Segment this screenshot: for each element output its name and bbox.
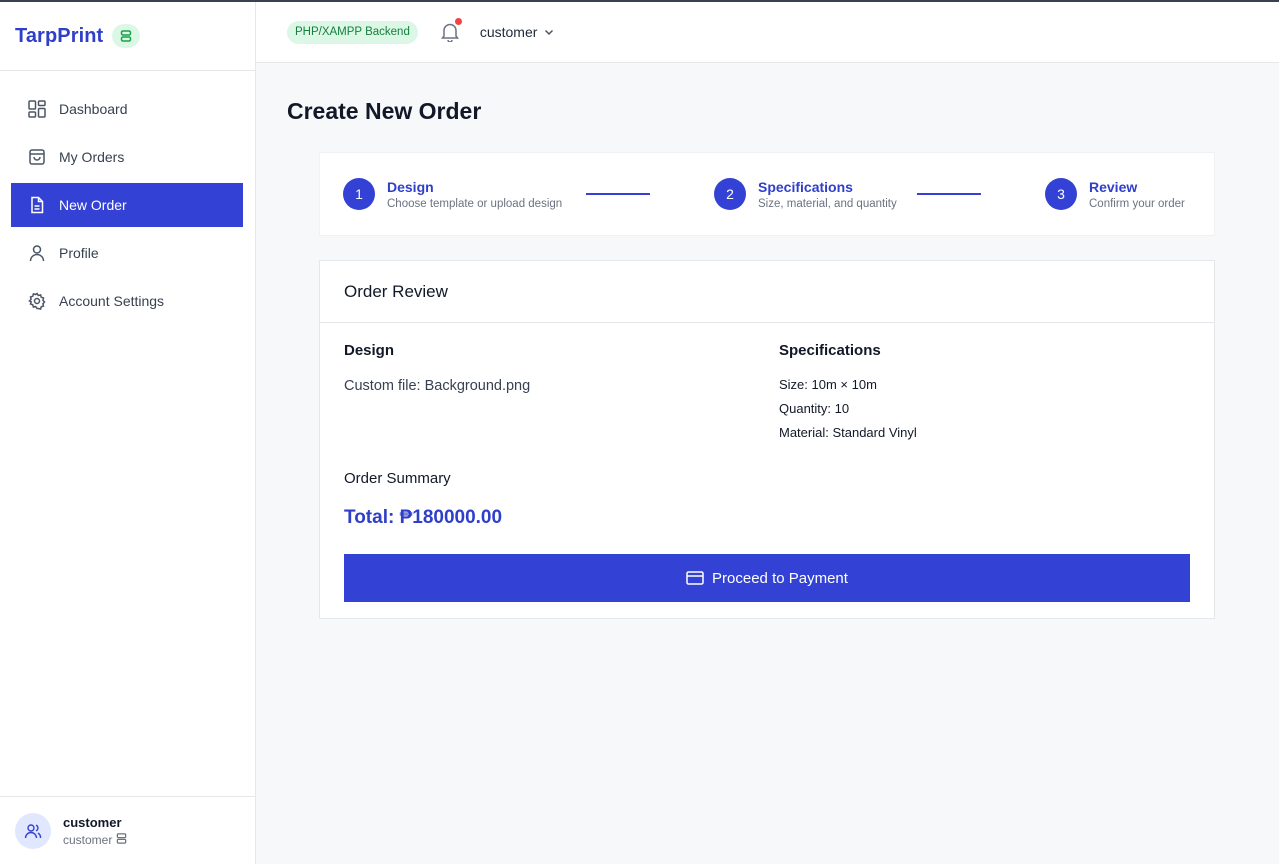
order-total: Total: ₱180000.00 [344,507,503,528]
user-name: customer [63,814,122,830]
step-title: Design [387,179,434,195]
order-stepper: 1 Design Choose template or upload desig… [319,152,1215,236]
sidebar-item-new-order[interactable]: New Order [11,183,243,227]
page-title: Create New Order [287,98,482,124]
document-icon [27,195,47,215]
chevron-down-icon [543,26,555,38]
notification-button[interactable] [439,18,462,43]
design-heading: Design [344,342,395,359]
backend-badge: PHP/XAMPP Backend [287,20,418,44]
step-number: 2 [714,178,746,210]
user-menu[interactable]: customer [480,24,556,40]
sidebar-item-account-settings[interactable]: Account Settings [11,279,243,323]
step-specifications[interactable]: 2 Specifications Size, material, and qua… [714,178,897,210]
user-icon [27,243,47,263]
step-number: 3 [1045,178,1077,210]
step-subtitle: Choose template or upload design [387,198,563,210]
database-icon [112,24,141,48]
step-design[interactable]: 1 Design Choose template or upload desig… [343,178,562,210]
step-review[interactable]: 3 Review Confirm your order [1045,178,1185,210]
user-role: customer [63,833,127,847]
step-title: Specifications [758,179,853,195]
user-menu-label: customer [479,24,538,40]
sidebar-item-my-orders[interactable]: My Orders [11,135,243,179]
sidebar-item-label: Profile [59,245,99,261]
order-review-card: Order Review Design Custom file: Backgro… [319,260,1215,619]
sidebar-item-label: My Orders [59,149,125,165]
proceed-to-payment-button[interactable]: Proceed to Payment [344,554,1190,602]
step-subtitle: Size, material, and quantity [758,198,897,210]
database-icon [116,832,127,847]
step-connector [586,193,650,195]
notification-dot [454,18,462,25]
step-subtitle: Confirm your order [1089,198,1185,210]
sidebar-item-label: Dashboard [59,101,128,117]
users-icon [24,823,42,838]
sidebar: TarpPrint Dashboard My Orders New Order … [0,2,256,864]
step-number: 1 [343,178,375,210]
bell-icon [440,23,459,42]
step-title: Review [1089,179,1138,195]
topbar: PHP/XAMPP Backend customer [256,2,1279,63]
sidebar-item-label: New Order [59,197,127,213]
step-connector [917,193,981,195]
credit-card-icon [686,571,704,585]
spec-size: Size: 10m × 10m [779,377,877,392]
shopping-bag-icon [27,147,47,167]
spec-quantity: Quantity: 10 [779,401,850,416]
sidebar-item-dashboard[interactable]: Dashboard [11,87,243,131]
user-box[interactable]: customer customer [0,796,255,864]
sidebar-item-profile[interactable]: Profile [11,231,243,275]
specifications-heading: Specifications [779,342,881,359]
order-review-header: Order Review [320,261,1214,323]
brand: TarpPrint [0,2,255,71]
grid-icon [27,99,47,119]
brand-name[interactable]: TarpPrint [15,25,103,48]
avatar [15,812,51,849]
order-summary-heading: Order Summary [344,470,451,487]
proceed-to-payment-label: Proceed to Payment [712,569,848,587]
sidebar-nav: Dashboard My Orders New Order Profile Ac… [0,71,255,323]
gear-icon [27,291,47,311]
user-role-label: customer [63,832,113,847]
spec-material: Material: Standard Vinyl [779,425,917,440]
sidebar-item-label: Account Settings [59,293,165,309]
design-file: Custom file: Background.png [344,378,531,394]
